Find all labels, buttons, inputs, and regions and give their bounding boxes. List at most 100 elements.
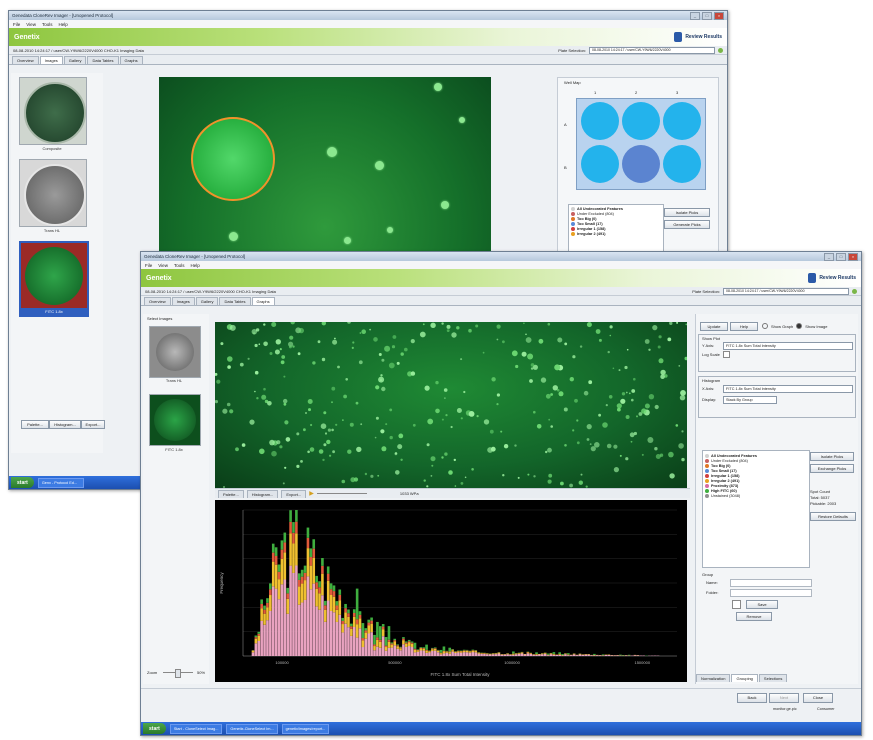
tab-images[interactable]: Images — [171, 297, 195, 305]
menu-file[interactable]: File — [145, 263, 152, 268]
taskbar-item[interactable]: Start - CloneSelect Imag... — [169, 723, 223, 734]
thumbnail-fitc-selected[interactable]: FITC 1.8x — [19, 241, 89, 317]
thumbnail-trans-hl[interactable] — [149, 326, 201, 378]
log-scale-checkbox[interactable] — [723, 351, 730, 358]
thumbnail-trans-hl[interactable] — [19, 159, 87, 227]
minimize-button[interactable]: _ — [690, 11, 700, 20]
group-name-input[interactable] — [730, 579, 812, 587]
taskbar-item[interactable]: Genetix-CloneSelect Im... — [226, 723, 278, 734]
menu-file[interactable]: File — [13, 22, 20, 27]
help-button[interactable]: Help — [730, 322, 758, 331]
menu-view[interactable]: View — [158, 263, 168, 268]
thumbnail-fitc[interactable] — [149, 394, 201, 446]
legend-item[interactable]: Irregular 2 (491) — [571, 231, 661, 236]
close-app-button[interactable]: Close — [803, 693, 833, 703]
maximize-button[interactable]: □ — [702, 11, 712, 20]
display-dropdown[interactable]: Stack By Group — [723, 396, 777, 404]
go-icon[interactable] — [852, 288, 857, 294]
histogram-bar — [567, 655, 570, 656]
maximize-button[interactable]: □ — [836, 252, 846, 261]
histogram-bar — [381, 624, 385, 627]
menu-help[interactable]: Help — [190, 263, 199, 268]
tab-overview[interactable]: Overview — [144, 297, 171, 305]
group-folder-input[interactable] — [730, 589, 812, 597]
menu-tools[interactable]: Tools — [42, 22, 53, 27]
front-fitc-image[interactable] — [215, 322, 687, 488]
export-button[interactable]: Export... — [81, 420, 105, 429]
well-b2-selected[interactable] — [622, 145, 660, 183]
update-button[interactable]: Update — [700, 322, 728, 331]
tab-overview[interactable]: Overview — [12, 56, 39, 64]
palette-button[interactable]: Palette... — [218, 489, 244, 498]
review-results-link[interactable]: Review Results — [674, 32, 722, 42]
menu-view[interactable]: View — [26, 22, 36, 27]
isolate-picks-button[interactable]: Isolate Picks — [664, 208, 710, 217]
start-button[interactable]: start — [11, 477, 34, 488]
remove-group-button[interactable]: Remove — [736, 612, 772, 621]
close-button[interactable]: × — [848, 252, 858, 261]
exchange-picks-button[interactable]: Exchange Picks — [810, 464, 854, 473]
group-checkbox[interactable] — [732, 600, 741, 609]
histogram-bar — [477, 652, 480, 654]
histogram-bar — [396, 646, 399, 649]
histogram-bar — [306, 537, 310, 549]
review-results-link[interactable]: Review Results — [808, 273, 856, 283]
histogram-bar — [297, 586, 301, 605]
x-tick-label: 500000 — [388, 660, 402, 665]
well-b3[interactable] — [663, 145, 701, 183]
menu-help[interactable]: Help — [58, 22, 67, 27]
histogram-button[interactable]: Histogram... — [246, 489, 279, 498]
y-axis-dropdown[interactable]: FITC 1.8x Sum Total Intensity — [723, 342, 853, 350]
palette-button[interactable]: Palette... — [21, 420, 49, 429]
tab-graphs[interactable]: Graphs — [119, 56, 143, 64]
histogram-bar — [517, 653, 521, 654]
tab-data-tables[interactable]: Data Tables — [87, 56, 119, 64]
colony — [396, 361, 400, 365]
tab-graphs[interactable]: Graphs — [251, 297, 275, 305]
save-group-button[interactable]: Save — [746, 600, 778, 609]
selected-colony-marker[interactable] — [191, 117, 275, 201]
tab-gallery[interactable]: Gallery — [195, 297, 219, 305]
zoom-slider-handle[interactable] — [175, 669, 181, 678]
plate-selection-dropdown[interactable]: 08-08-2010 14:24:17 / user/CW-Y9W6/2220V… — [723, 287, 849, 295]
well-a1[interactable] — [581, 102, 619, 140]
tab-selections[interactable]: Selections — [758, 674, 788, 682]
histogram-chart[interactable]: 100000 500000 1000000 1500000 FITC 1.8x Sum … — [215, 500, 687, 682]
isolate-picks-button[interactable]: Isolate Picks — [810, 452, 854, 461]
thumbnail-composite[interactable] — [19, 77, 87, 145]
legend-item[interactable]: Unstained (3048) — [705, 493, 807, 498]
taskbar-item[interactable]: genetix/images/report... — [281, 723, 330, 734]
generate-picks-button[interactable]: Generate Picks — [664, 220, 710, 229]
colony — [668, 451, 674, 458]
x-axis-dropdown[interactable]: FITC 1.8x Sum Total Intensity — [723, 385, 853, 393]
play-icon[interactable]: ▶ — [309, 490, 314, 497]
tab-grouping[interactable]: Grouping — [731, 674, 758, 682]
well-a3[interactable] — [663, 102, 701, 140]
tab-normalization[interactable]: Normalization — [696, 674, 731, 682]
tab-data-tables[interactable]: Data Tables — [219, 297, 251, 305]
plate-selection-dropdown[interactable]: 08-08-2010 14:24:17 / user/CW-Y9W6/2220V… — [589, 46, 715, 54]
export-button[interactable]: Export... — [281, 489, 307, 498]
frame-slider[interactable] — [316, 493, 367, 494]
next-button[interactable]: Next — [769, 693, 799, 703]
histogram-bar — [350, 628, 353, 636]
go-icon[interactable] — [718, 47, 723, 53]
tab-images[interactable]: Images — [39, 56, 63, 64]
well-a2[interactable] — [622, 102, 660, 140]
histogram-button[interactable]: Histogram... — [49, 420, 81, 429]
tab-gallery[interactable]: Gallery — [63, 56, 87, 64]
minimize-button[interactable]: _ — [824, 252, 834, 261]
close-button[interactable]: × — [714, 11, 724, 20]
show-image-radio[interactable] — [796, 323, 803, 329]
menu-tools[interactable]: Tools — [174, 263, 185, 268]
colony — [303, 428, 306, 432]
restore-defaults-button[interactable]: Restore Defaults — [810, 512, 856, 521]
start-button[interactable]: start — [143, 723, 166, 734]
y-axis-label: Frequency — [219, 572, 224, 594]
back-button[interactable]: Back — [737, 693, 767, 703]
histogram-bar — [549, 653, 553, 655]
colony — [511, 350, 518, 357]
well-b1[interactable] — [581, 145, 619, 183]
taskbar-item[interactable]: Genx - Protocol Ed... — [37, 477, 84, 488]
show-graph-radio[interactable] — [762, 323, 768, 329]
